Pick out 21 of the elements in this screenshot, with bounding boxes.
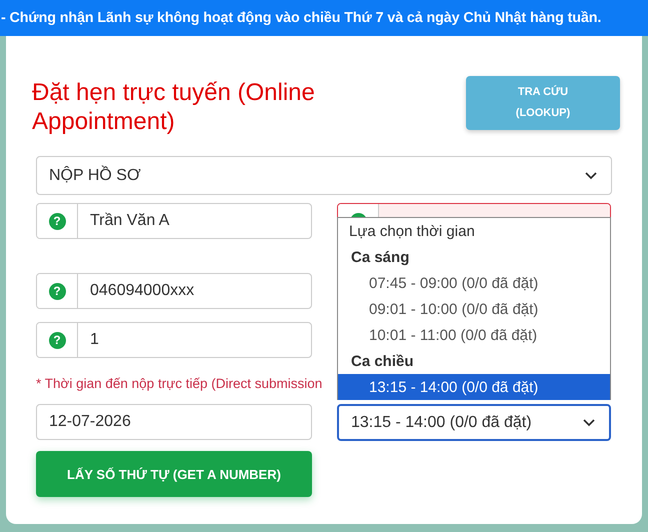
page-title: Đặt hẹn trực tuyến (Online Appointment): [32, 78, 316, 136]
date-field[interactable]: 12-07-2026: [36, 404, 312, 440]
dropdown-option[interactable]: Lựa chọn thời gian: [338, 218, 610, 244]
note-text: * Thời gian đến nộp trực tiếp (Direct submission: [36, 376, 322, 392]
service-select[interactable]: NỘP HỒ SƠ: [36, 156, 612, 195]
option-group-label: Ca chiều: [350, 352, 415, 372]
select-value: 13:15 - 14:00 (0/0 đã đặt): [351, 414, 532, 432]
chevron-icon: [585, 172, 597, 180]
dropdown-option[interactable]: 09:01 - 10:00 (0/0 đã đặt): [338, 296, 610, 322]
chevron-icon: [583, 418, 595, 426]
select-value: NỘP HỒ SƠ: [49, 166, 141, 184]
dropdown-option[interactable]: 07:45 - 09:00 (0/0 đã đặt): [338, 270, 610, 296]
time-select[interactable]: 13:15 - 14:00 (0/0 đã đặt): [337, 404, 611, 441]
time-dropdown[interactable]: Lựa chọn thời gian Ca sáng 07:45 - 09:00 (0/0 đã đặt) 09:01 - 10:00 (0/0 đã đặt) 10:01 - 11:00 (0/0 đã đặt) Ca chiều 13:15 - 14:00 (0/0 đã đặt): [337, 217, 611, 400]
input-field[interactable]: ? Trần Văn A: [36, 203, 312, 239]
input-field[interactable]: ? 046094000xxx: [36, 273, 312, 309]
dropdown-option[interactable]: 10:01 - 11:00 (0/0 đã đặt): [338, 322, 610, 348]
notice-text: - Chứng nhận Lãnh sự không hoạt động vào chiều Thứ 7 và cả ngày Chủ Nhật hàng tuần.: [0, 10, 602, 26]
option-group-label: Ca sáng: [350, 248, 410, 268]
input-field[interactable]: ? 1: [36, 322, 312, 358]
dropdown-option[interactable]: 13:15 - 14:00 (0/0 đã đặt): [338, 374, 610, 400]
